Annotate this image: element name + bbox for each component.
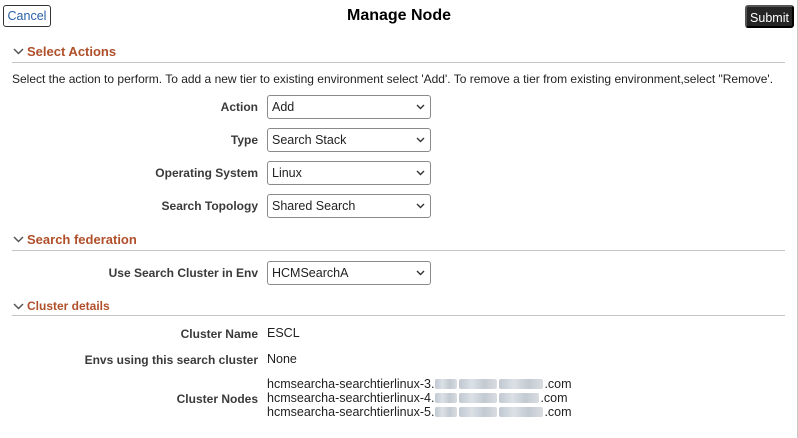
type-select-value: Search Stack	[272, 133, 347, 147]
search-topology-select[interactable]: Shared Search	[267, 194, 431, 218]
caret-down-icon	[416, 104, 425, 110]
cluster-nodes-label: Cluster Nodes	[176, 392, 258, 406]
action-select[interactable]: Add	[267, 95, 431, 119]
redacted-text	[499, 379, 544, 389]
section-title: Search federation	[27, 232, 137, 247]
cluster-node-prefix: hcmsearcha-searchtierlinux-3.	[267, 377, 435, 391]
search-cluster-label: Use Search Cluster in Env	[108, 266, 258, 280]
redacted-text	[435, 379, 458, 389]
redacted-text	[459, 407, 498, 417]
redacted-text	[459, 393, 498, 403]
page-title: Manage Node	[346, 7, 451, 24]
redacted-text	[435, 393, 458, 403]
operating-system-label: Operating System	[155, 166, 258, 180]
cluster-node-prefix: hcmsearcha-searchtierlinux-5.	[267, 405, 435, 419]
page-header: Cancel Manage Node Submit	[0, 0, 798, 32]
action-select-value: Add	[272, 100, 295, 114]
section-header-search-federation[interactable]: Search federation	[12, 232, 137, 247]
redacted-text	[499, 407, 544, 417]
cluster-node: hcmsearcha-searchtierlinux-3. .com	[267, 377, 572, 391]
section-divider	[12, 62, 785, 63]
cluster-name-label: Cluster Name	[180, 327, 258, 341]
caret-down-icon	[416, 170, 425, 176]
operating-system-select-value: Linux	[272, 166, 302, 180]
chevron-down-icon	[13, 48, 24, 55]
section-title: Cluster details	[27, 299, 110, 313]
envs-using-value: None	[267, 352, 297, 366]
cluster-node-suffix: .com	[544, 405, 572, 419]
cluster-node-suffix: .com	[544, 377, 572, 391]
redacted-text	[459, 379, 498, 389]
redacted-text	[435, 407, 458, 417]
section-header-select-actions[interactable]: Select Actions	[12, 44, 116, 59]
cluster-node: hcmsearcha-searchtierlinux-4. .com	[267, 391, 568, 405]
caret-down-icon	[416, 203, 425, 209]
section-divider	[12, 315, 785, 316]
search-cluster-select[interactable]: HCMSearchA	[267, 261, 431, 285]
cluster-node-suffix: .com	[540, 391, 568, 405]
operating-system-select[interactable]: Linux	[267, 161, 431, 185]
action-label: Action	[220, 100, 258, 114]
envs-using-label: Envs using this search cluster	[84, 353, 258, 367]
redacted-text	[499, 393, 540, 403]
type-label: Type	[230, 133, 258, 147]
chevron-down-icon	[13, 236, 24, 243]
search-topology-label: Search Topology	[161, 199, 258, 213]
section-header-cluster-details[interactable]: Cluster details	[12, 299, 110, 313]
cluster-node-prefix: hcmsearcha-searchtierlinux-4.	[267, 391, 435, 405]
type-select[interactable]: Search Stack	[267, 128, 431, 152]
search-topology-select-value: Shared Search	[272, 199, 356, 213]
chevron-down-icon	[13, 302, 24, 310]
submit-button[interactable]: Submit	[745, 5, 794, 28]
search-cluster-select-value: HCMSearchA	[272, 266, 349, 280]
cluster-name-value: ESCL	[267, 326, 300, 340]
caret-down-icon	[416, 270, 425, 276]
cluster-node: hcmsearcha-searchtierlinux-5. .com	[267, 405, 572, 419]
caret-down-icon	[416, 137, 425, 143]
instructions-text: Select the action to perform. To add a n…	[12, 72, 774, 86]
section-divider	[12, 250, 785, 251]
section-title: Select Actions	[27, 44, 117, 59]
